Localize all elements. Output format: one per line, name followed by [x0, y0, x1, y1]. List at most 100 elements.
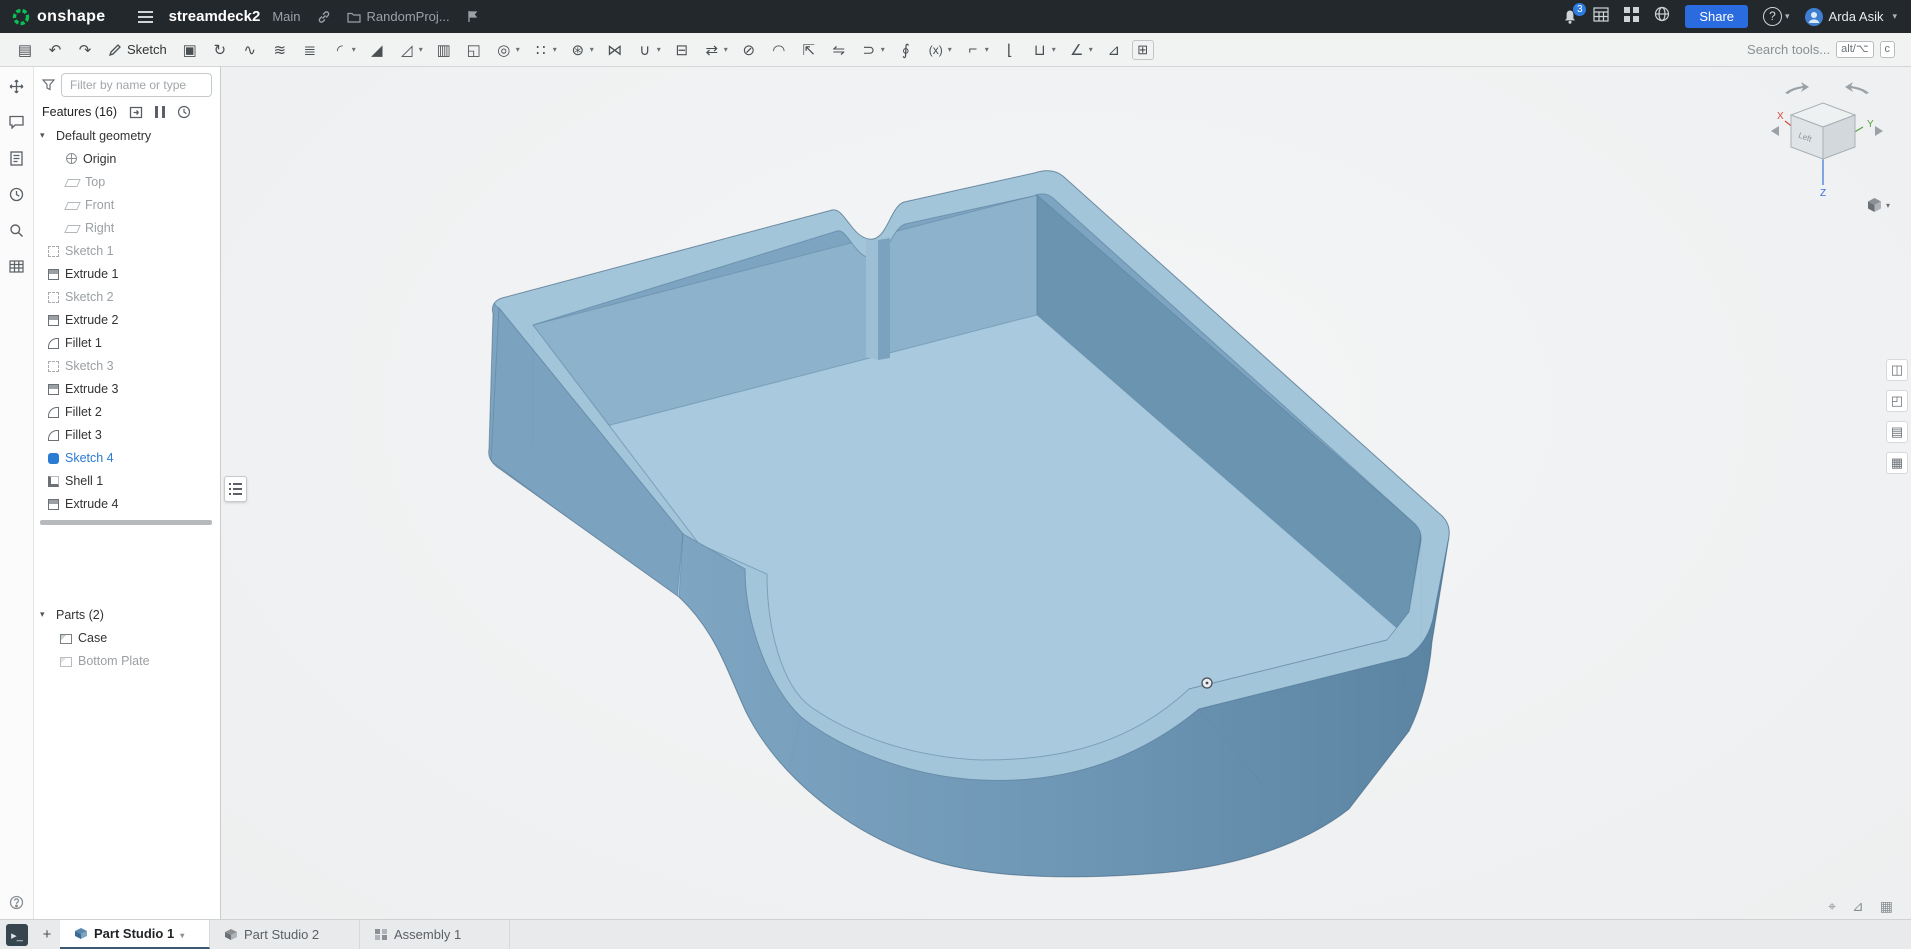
spreadsheet-button[interactable]	[1593, 6, 1609, 27]
tables-icon[interactable]	[6, 255, 28, 277]
main-menu-icon[interactable]	[137, 10, 153, 23]
feature-item-sketch4[interactable]: Sketch 4	[34, 446, 220, 469]
feature-item-extrude3[interactable]: Extrude 3	[34, 377, 220, 400]
chevron-down-icon[interactable]	[419, 45, 428, 54]
onshape-logo[interactable]: onshape	[0, 8, 106, 26]
chevron-down-icon[interactable]	[657, 45, 666, 54]
shell-icon[interactable]: ◱	[462, 38, 486, 62]
mass-properties-icon[interactable]: ⊿	[1102, 38, 1126, 62]
chevron-down-icon[interactable]	[180, 926, 184, 941]
share-link-icon[interactable]	[317, 10, 331, 24]
appearance-icon[interactable]: ◰	[1886, 390, 1908, 412]
help-rail-icon[interactable]	[6, 891, 28, 913]
feature-item-fillet3[interactable]: Fillet 3	[34, 423, 220, 446]
delete-part-icon[interactable]: ⊘	[737, 38, 761, 62]
helix-icon[interactable]: ∮	[894, 38, 918, 62]
display-states-icon[interactable]: ▤	[1886, 421, 1908, 443]
filter-input[interactable]	[61, 73, 212, 97]
boolean-icon[interactable]: ∪	[633, 38, 657, 62]
tab-part-studio-2[interactable]: Part Studio 2	[210, 920, 360, 949]
chevron-down-icon[interactable]	[1089, 45, 1098, 54]
feature-item-fillet2[interactable]: Fillet 2	[34, 400, 220, 423]
feature-item-sketch1[interactable]: Sketch 1	[34, 239, 220, 262]
chevron-down-icon[interactable]	[516, 45, 525, 54]
chevron-down-icon[interactable]	[948, 45, 957, 54]
feature-item-fillet1[interactable]: Fillet 1	[34, 331, 220, 354]
loft-icon[interactable]: ≋	[268, 38, 292, 62]
parts-group[interactable]: Parts (2)	[34, 603, 220, 626]
origin-marker[interactable]	[1201, 677, 1213, 689]
feature-history-icon[interactable]	[177, 105, 191, 119]
view-cube[interactable]: X Y Z Left	[1763, 69, 1893, 201]
measure-icon[interactable]: ∠	[1065, 38, 1089, 62]
flange-icon[interactable]: ⌊	[998, 38, 1022, 62]
variable-icon[interactable]: (x)	[924, 38, 948, 62]
add-tab-button[interactable]	[34, 920, 60, 949]
help-menu[interactable]: ?	[1763, 7, 1790, 26]
search-icon[interactable]	[6, 219, 28, 241]
hole-icon[interactable]: ◎	[492, 38, 516, 62]
feature-list-toggle-icon[interactable]: ▤	[13, 38, 37, 62]
chevron-down-icon[interactable]	[352, 45, 361, 54]
chevron-down-icon[interactable]	[985, 45, 994, 54]
user-menu[interactable]: Arda Asik	[1804, 7, 1897, 26]
chevron-down-icon[interactable]	[881, 45, 890, 54]
extrude-icon[interactable]: ▣	[178, 38, 202, 62]
notifications-button[interactable]: 3	[1562, 2, 1587, 25]
fillet-icon[interactable]: ◜	[328, 38, 352, 62]
feature-item-extrude1[interactable]: Extrude 1	[34, 262, 220, 285]
document-title[interactable]: streamdeck2	[169, 8, 261, 25]
search-tools[interactable]: Search tools... alt/⌥ c	[1747, 41, 1901, 58]
part-item-bottom-plate[interactable]: Bottom Plate	[34, 649, 220, 672]
chevron-down-icon[interactable]	[590, 45, 599, 54]
chevron-down-icon[interactable]	[553, 45, 562, 54]
feature-item-top-plane[interactable]: Top	[34, 170, 220, 193]
history-icon[interactable]	[6, 183, 28, 205]
linear-pattern-icon[interactable]: ∷	[529, 38, 553, 62]
configurations-icon[interactable]: ◫	[1886, 359, 1908, 381]
workspace-label[interactable]: Main	[272, 9, 300, 24]
feature-item-front-plane[interactable]: Front	[34, 193, 220, 216]
sketch-button[interactable]: Sketch	[108, 42, 167, 57]
globe-button[interactable]	[1654, 6, 1670, 27]
grid-status-icon[interactable]: ▦	[1880, 898, 1893, 915]
feature-group-default-geometry[interactable]: Default geometry	[34, 124, 220, 147]
measure-status-icon[interactable]: ⊿	[1852, 898, 1864, 915]
custom-feature-icon[interactable]: ⊞	[1131, 39, 1154, 60]
branch-flag-icon[interactable]	[466, 10, 479, 23]
share-button[interactable]: Share	[1685, 5, 1749, 28]
sheet-metal-icon[interactable]: ⌐	[961, 38, 985, 62]
draft-icon[interactable]: ◿	[395, 38, 419, 62]
graphics-area[interactable]: X Y Z Left ▾ ◫ ◰ ▤ ▦ ⌖ ⊿ ▦	[221, 67, 1911, 919]
crosshair-icon[interactable]: ⌖	[1828, 898, 1836, 915]
comments-icon[interactable]	[6, 111, 28, 133]
feature-item-shell1[interactable]: Shell 1	[34, 469, 220, 492]
filter-funnel-icon[interactable]	[42, 79, 55, 91]
split-icon[interactable]: ⊟	[670, 38, 694, 62]
move-tool-icon[interactable]	[6, 75, 28, 97]
modify-fillet-icon[interactable]: ◠	[767, 38, 791, 62]
panel-collapse-handle[interactable]	[224, 476, 247, 502]
chevron-down-icon[interactable]	[724, 45, 733, 54]
notes-icon[interactable]	[6, 147, 28, 169]
feature-item-sketch3[interactable]: Sketch 3	[34, 354, 220, 377]
chamfer-icon[interactable]: ◢	[365, 38, 389, 62]
mirror-icon[interactable]: ⋈	[603, 38, 627, 62]
part-item-case[interactable]: Case	[34, 626, 220, 649]
feature-item-extrude4[interactable]: Extrude 4	[34, 492, 220, 515]
custom-tables-icon[interactable]: ▦	[1886, 452, 1908, 474]
sweep-icon[interactable]: ∿	[238, 38, 262, 62]
chevron-down-icon[interactable]	[1052, 45, 1061, 54]
console-icon[interactable]: ▸_	[6, 924, 28, 946]
3d-model-case[interactable]	[221, 67, 1911, 919]
redo-icon[interactable]: ↷	[73, 38, 97, 62]
app-store-button[interactable]	[1624, 6, 1640, 27]
transform-icon[interactable]: ⇄	[700, 38, 724, 62]
offset-surface-icon[interactable]: ⊃	[857, 38, 881, 62]
project-label[interactable]: RandomProj...	[367, 9, 450, 24]
suppress-icon[interactable]	[155, 106, 166, 118]
undo-icon[interactable]: ↶	[43, 38, 67, 62]
feature-item-extrude2[interactable]: Extrude 2	[34, 308, 220, 331]
tab-assembly-1[interactable]: Assembly 1	[360, 920, 510, 949]
rollback-end-icon[interactable]	[129, 106, 143, 119]
